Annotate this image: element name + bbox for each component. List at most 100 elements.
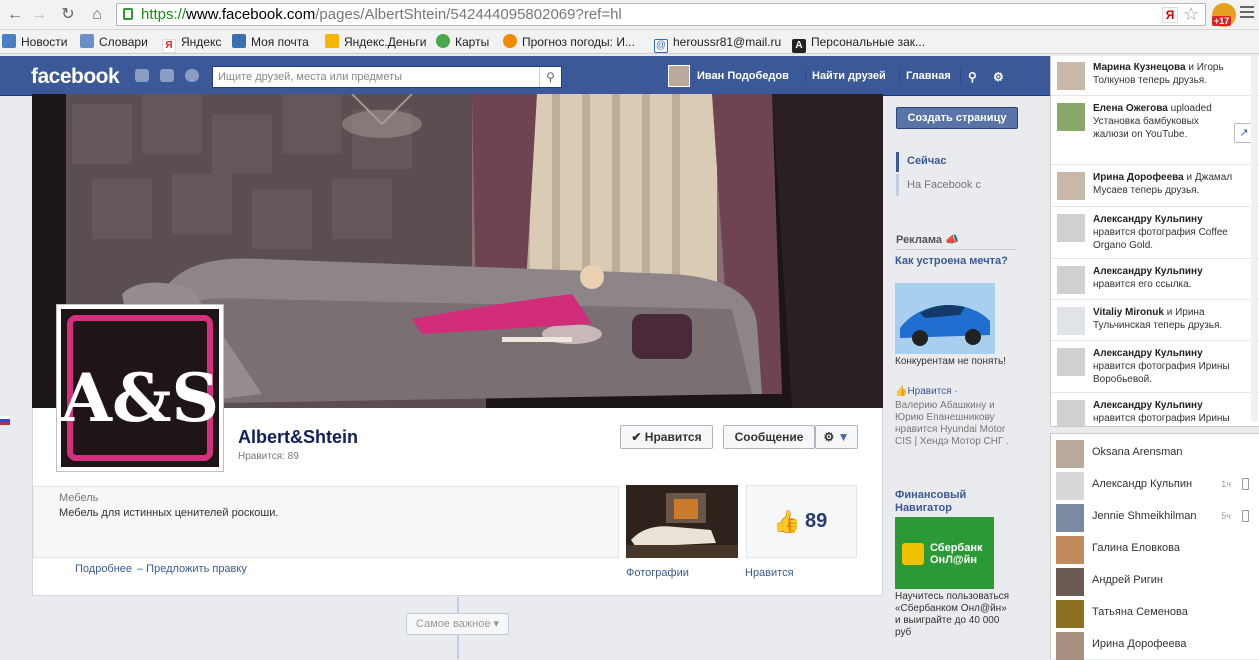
settings-dropdown[interactable]: ⚙ ▼ — [815, 425, 858, 449]
ad-like-link[interactable]: 👍Нравится · — [895, 386, 958, 397]
dictionary-icon — [80, 34, 94, 48]
ad-logo-line: ОнЛ@йн — [930, 554, 978, 566]
avatar — [1057, 214, 1085, 242]
reload-icon[interactable]: ↻ — [57, 4, 79, 26]
bookmark-label: Моя почта — [251, 35, 309, 49]
yandex-ext-icon[interactable]: Я — [1162, 7, 1178, 23]
create-page-button[interactable]: Создать страницу — [896, 107, 1018, 129]
photos-thumbnail[interactable] — [626, 485, 738, 558]
ticker-item[interactable]: Александру Кульпину нравится его ссылка. — [1051, 260, 1259, 300]
suggest-edit-link[interactable]: – Предложить правку — [137, 563, 247, 575]
bookmark-label: Словари — [99, 35, 148, 49]
ad-image[interactable] — [895, 283, 995, 354]
category: Мебель — [59, 492, 99, 504]
sort-dropdown[interactable]: Самое важное ▾ — [406, 613, 509, 635]
photos-link[interactable]: Фотографии — [626, 567, 689, 579]
bookmark-personal[interactable]: A Персональные зак... — [792, 34, 926, 53]
ad-title[interactable]: Как устроена мечта? — [895, 255, 1010, 268]
privacy-icon[interactable]: ⚲ — [968, 70, 977, 84]
chat-contact[interactable]: Oksana Arensman — [1050, 436, 1259, 468]
likes-link[interactable]: Нравится — [745, 567, 794, 579]
notification-badge: +17 — [1212, 16, 1232, 26]
ticker-text: нравится его ссылка. — [1093, 279, 1192, 290]
page-title[interactable]: Albert&Shtein — [238, 427, 358, 448]
bookmark-label: Яндекс.Деньги — [344, 35, 427, 49]
bookmark-dictionary[interactable]: Словари — [80, 34, 148, 50]
menu-icon[interactable] — [1240, 6, 1254, 8]
chevron-down-icon: ▾ — [493, 618, 500, 630]
facebook-logo[interactable]: facebook — [31, 65, 120, 89]
ticker-item[interactable]: Ирина Дорофеева и Джамал Мусаев теперь д… — [1051, 166, 1259, 207]
timeline-nav-now[interactable]: Сейчас — [896, 152, 946, 172]
bookmark-money[interactable]: Яндекс.Деньги — [325, 34, 426, 50]
weather-icon — [503, 34, 517, 48]
chat-contact[interactable]: Ирина Дорофеева — [1050, 628, 1259, 660]
like-button[interactable]: ✔ Нравится — [620, 425, 713, 449]
star-icon[interactable]: ☆ — [1183, 4, 1199, 25]
ticker-text: нравится фотография Ирины Воробьевой. — [1093, 361, 1230, 385]
bookmark-yandex[interactable]: Я Яндекс — [162, 34, 221, 53]
chat-contact[interactable]: Галина Еловкова — [1050, 532, 1259, 564]
timeline-nav-joined[interactable]: На Facebook с — [896, 174, 981, 196]
bookmark-maps[interactable]: Карты — [436, 34, 489, 50]
ticker-scrollbar[interactable] — [1251, 56, 1258, 421]
ticker-item[interactable]: Александру Кульпину нравится фотография … — [1051, 208, 1259, 259]
forward-icon[interactable]: → — [28, 4, 50, 26]
ticker-item[interactable]: Марина Кузнецова и Игорь Толкунов теперь… — [1051, 56, 1259, 96]
ad-like-label: Нравится — [907, 386, 952, 397]
ad-social-context: Валерию Абашкину и Юрию Епанешникову нра… — [895, 400, 1009, 447]
ticker-item[interactable]: Александру Кульпину нравится фотография … — [1051, 394, 1259, 426]
chat-contact[interactable]: Татьяна Семенова — [1050, 596, 1259, 628]
bookmark-label: Персональные зак... — [811, 35, 926, 49]
message-button[interactable]: Сообщение — [723, 425, 815, 449]
megaphone-icon: 📣 — [945, 234, 959, 246]
avatar — [1057, 400, 1085, 426]
ticker-resize-handle[interactable] — [1050, 426, 1259, 434]
chat-contact[interactable]: Андрей Ригин — [1050, 564, 1259, 596]
friend-requests-icon[interactable] — [135, 69, 149, 82]
url-domain: www.facebook.com — [186, 6, 316, 23]
profile-picture[interactable]: A&S — [56, 304, 224, 472]
mail-icon — [232, 34, 246, 48]
chat-contact[interactable]: Александр Кульпин 1ч — [1050, 468, 1259, 500]
chat-contact[interactable]: Jennie Shmeikhilman 5ч — [1050, 500, 1259, 532]
ticker-actor: Александру Кульпину — [1093, 214, 1203, 225]
address-bar[interactable]: https://www.facebook.com/pages/AlbertSht… — [116, 3, 1206, 26]
about-box: Мебель Мебель для истинных ценителей рос… — [33, 486, 619, 558]
avatar — [1057, 307, 1085, 335]
ads-header-label: Реклама — [896, 234, 943, 246]
bookmark-label: Новости — [21, 35, 68, 49]
bookmark-mail[interactable]: Моя почта — [232, 34, 309, 50]
bookmark-news[interactable]: Новости — [2, 34, 67, 50]
gear-icon[interactable]: ⚙ — [993, 70, 1004, 84]
messages-icon[interactable] — [160, 69, 174, 82]
ticker-item[interactable]: Елена Ожегова uploaded Установка бамбуко… — [1051, 97, 1259, 165]
avatar[interactable] — [668, 65, 690, 87]
search-input[interactable]: Ищите друзей, места или предметы ⚲ — [212, 66, 562, 88]
ticker-actor: Елена Ожегова — [1093, 103, 1168, 114]
divider — [899, 68, 900, 84]
find-friends-link[interactable]: Найти друзей — [812, 70, 886, 82]
home-link[interactable]: Главная — [906, 70, 951, 82]
avatar — [1056, 632, 1084, 660]
ticker-item[interactable]: Vitaliy Mironuk и Ирина Тульчинская тепе… — [1051, 301, 1259, 341]
avatar — [1056, 504, 1084, 532]
ad-text: Конкурентам не понять! — [895, 356, 1006, 367]
ad-title[interactable]: Финансовый Навигатор — [895, 489, 1010, 515]
chat-name: Jennie Shmeikhilman — [1092, 510, 1197, 522]
bookmark-weather[interactable]: Прогноз погоды: И... — [503, 34, 635, 50]
profile-link[interactable]: Иван Подобедов — [697, 70, 789, 82]
chat-last-active: 1ч — [1221, 479, 1231, 489]
russia-flag-icon[interactable] — [0, 416, 10, 425]
ad-image[interactable]: Сбербанк ОнЛ@йн — [895, 517, 994, 589]
ticker-item[interactable]: Александру Кульпину нравится фотография … — [1051, 342, 1259, 393]
home-icon[interactable]: ⌂ — [86, 4, 108, 26]
fb-header: facebook Ищите друзей, места или предмет… — [0, 56, 1050, 96]
bookmark-label: heroussr81@mail.ru — [673, 35, 782, 49]
back-icon[interactable]: ← — [4, 4, 26, 26]
more-link[interactable]: Подробнее — [75, 563, 132, 575]
notifications-icon[interactable] — [185, 69, 199, 82]
bookmark-email[interactable]: @ heroussr81@mail.ru — [654, 34, 782, 53]
likes-box[interactable]: 👍 89 — [746, 485, 857, 558]
search-icon[interactable]: ⚲ — [539, 67, 561, 87]
